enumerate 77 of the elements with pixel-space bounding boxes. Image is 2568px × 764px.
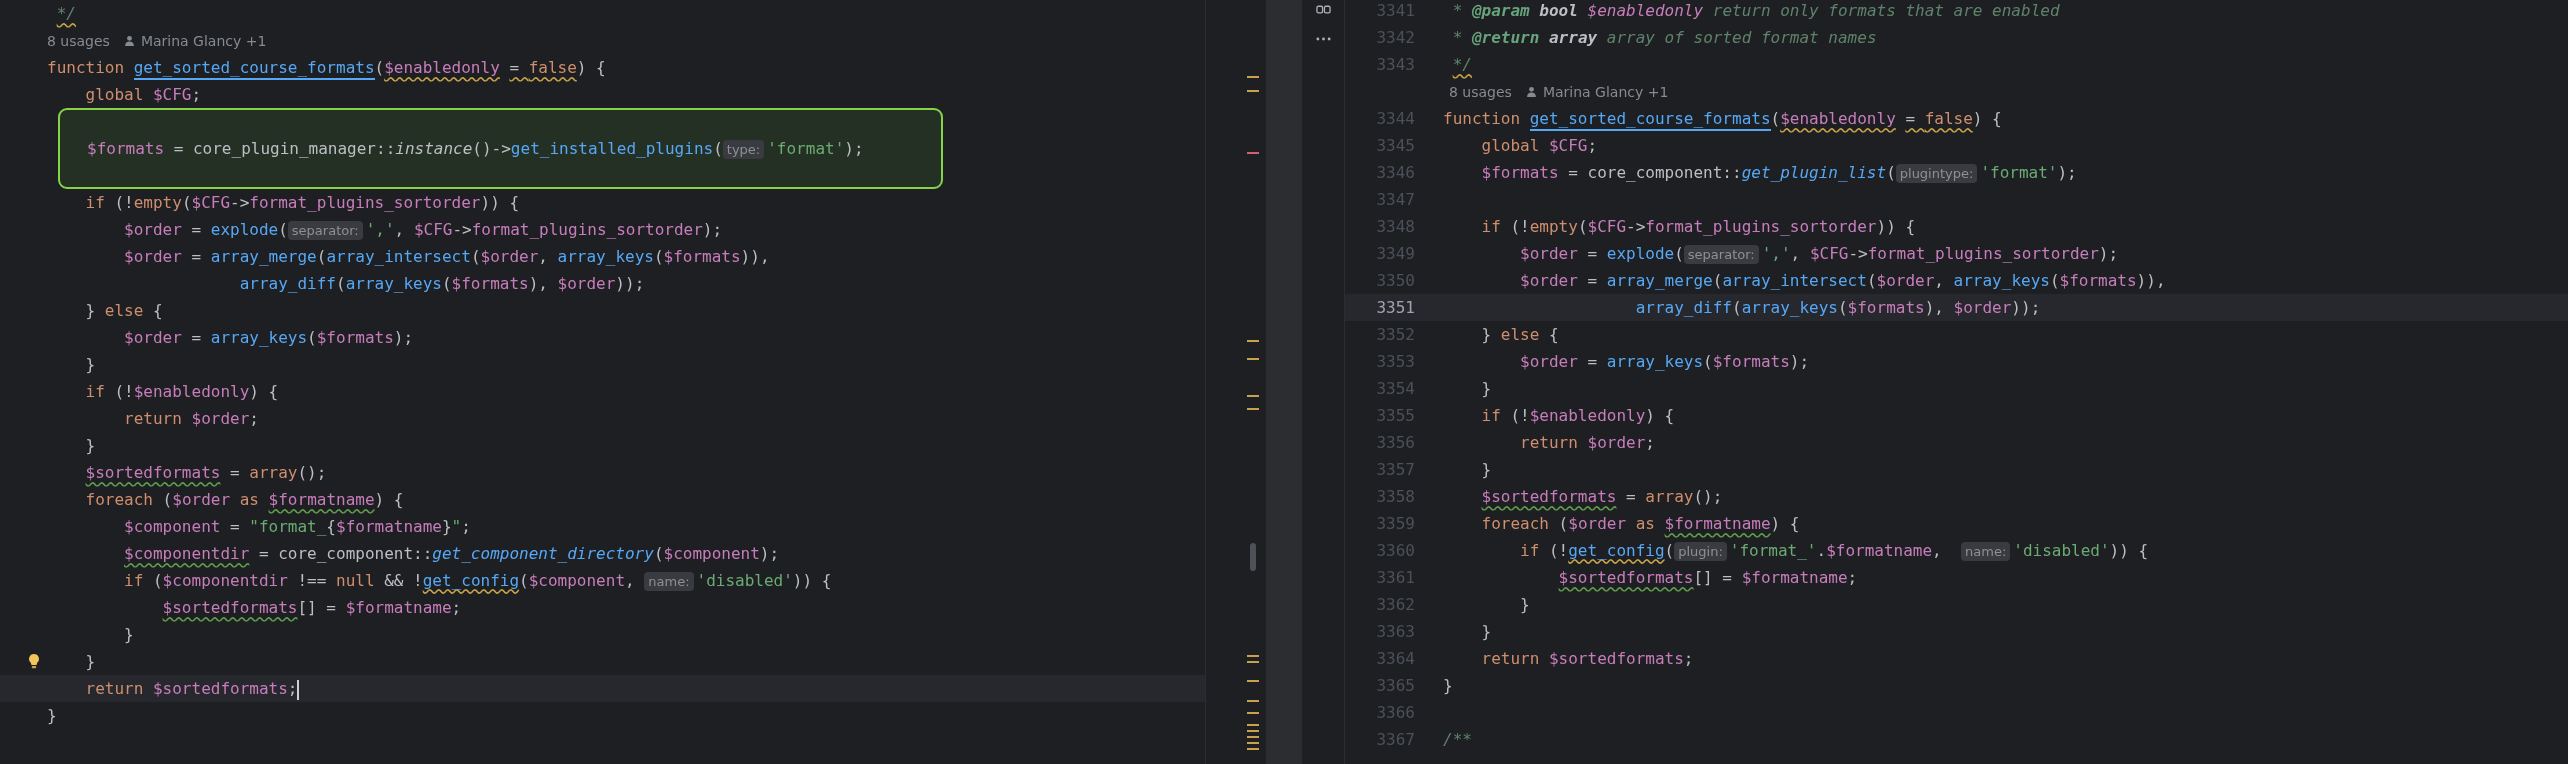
usages-count[interactable]: 8 usages: [1449, 83, 1512, 100]
person-icon: [1525, 86, 1537, 97]
error-stripe-mark[interactable]: [1247, 661, 1259, 663]
error-stripe-mark[interactable]: [1247, 340, 1259, 342]
author-label[interactable]: Marina Glancy +1: [1542, 83, 1669, 100]
code-line: $order = explode( separator: ',', $CFG->format_plugins_sortorder);: [123, 218, 723, 242]
code-line: return $order;: [123, 408, 259, 430]
code-line: foreach ($order as $formatname) {: [84, 489, 404, 511]
error-stripe-mark[interactable]: [1247, 712, 1259, 714]
code-line: return $sortedformats;: [84, 678, 300, 702]
code-line: global $CFG;: [84, 84, 202, 106]
code-line: $order = array_keys($formats);: [1519, 351, 1810, 373]
lightbulb-icon[interactable]: [28, 653, 40, 669]
error-stripe-mark[interactable]: [1247, 90, 1259, 92]
author-label[interactable]: Marina Glancy +1: [140, 32, 267, 49]
line-number: 3351: [1375, 298, 1415, 317]
code-line: $order = explode( separator: ',', $CFG->format_plugins_sortorder);: [1519, 242, 2119, 266]
code-line: if ($componentdir !== null && !get_config($component, name: 'disabled')) {: [123, 569, 832, 593]
error-stripe-mark[interactable]: [1247, 655, 1259, 657]
code-line: }: [47, 705, 57, 727]
person-icon: [123, 35, 135, 46]
code-line: /**: [1443, 729, 1472, 751]
code-line: }: [123, 624, 134, 646]
code-line: $component = "format_{$formatname}";: [123, 516, 471, 538]
code-line: }: [1480, 621, 1492, 643]
code-line: * @return array array of sorted format names: [1451, 27, 1877, 49]
code-line: function get_sorted_course_formats($enabledonly = false) {: [47, 54, 606, 81]
code-line: array_diff(array_keys($formats), $order));: [238, 273, 645, 295]
scrollbar-thumb[interactable]: [1250, 543, 1256, 571]
code-line: function get_sorted_course_formats($enabledonly = false) {: [1443, 105, 2002, 132]
error-stripe-mark[interactable]: [1247, 76, 1259, 78]
error-stripe-mark[interactable]: [1247, 724, 1259, 726]
code-line: }: [1480, 459, 1492, 481]
code-line: $order = array_merge(array_intersect($order, array_keys($formats)),: [123, 246, 770, 268]
code-line: }: [1443, 675, 1453, 697]
code-line: }: [84, 354, 96, 376]
error-stripe-mark[interactable]: [1247, 680, 1259, 682]
error-stripe-mark[interactable]: [1247, 748, 1259, 750]
usages-count[interactable]: 8 usages: [47, 32, 110, 49]
code-line: if (!get_config( plugin: 'format_'.$formatname, name: 'disabled')) {: [1519, 539, 2149, 563]
error-stripe-mark[interactable]: [1247, 742, 1259, 744]
code-line: if (!$enabledonly) {: [84, 381, 279, 403]
code-line: if (!empty($CFG->format_plugins_sortorder)) {: [84, 192, 520, 214]
code-line: $formats = core_plugin_manager::instance()->get_installed_plugins( type: 'format');: [87, 137, 864, 161]
code-line: foreach ($order as $formatname) {: [1480, 513, 1800, 535]
code-line: $sortedformats[] = $formatname;: [1557, 567, 1858, 589]
error-stripe-mark[interactable]: [1247, 408, 1259, 410]
code-line: }: [1480, 378, 1492, 400]
code-line: if (!empty($CFG->format_plugins_sortorder)) {: [1480, 216, 1916, 238]
code-line: return $order;: [1519, 432, 1655, 454]
error-stripe-mark[interactable]: [1247, 152, 1259, 154]
more-icon[interactable]: [1315, 37, 1331, 41]
code-line: $sortedformats[] = $formatname;: [161, 597, 462, 619]
code-line: }: [84, 435, 96, 457]
code-line: array_diff(array_keys($formats), $order));: [1634, 297, 2041, 319]
error-stripe-mark[interactable]: [1247, 358, 1259, 360]
code-line: $componentdir = core_component::get_component_directory($component);: [123, 543, 780, 565]
code-line: */: [1451, 54, 1472, 76]
error-stripe-mark[interactable]: [1247, 395, 1259, 397]
code-line: if (!$enabledonly) {: [1480, 405, 1675, 427]
code-line: $order = array_merge(array_intersect($order, array_keys($formats)),: [1519, 270, 2166, 292]
code-line: } else {: [84, 300, 163, 322]
error-stripe-mark[interactable]: [1247, 736, 1259, 738]
code-line: $order = array_keys($formats);: [123, 327, 414, 349]
code-line: }: [84, 651, 96, 673]
code-line: global $CFG;: [1480, 135, 1598, 157]
code-line: * @param bool $enabledonly return only formats that are enabled: [1451, 0, 2060, 22]
code-line: $sortedformats = array();: [1480, 486, 1723, 508]
code-line: } else {: [1480, 324, 1559, 346]
code-line: $sortedformats = array();: [84, 462, 327, 484]
two-squares-icon[interactable]: [1315, 5, 1331, 15]
error-stripe-mark[interactable]: [1247, 730, 1259, 732]
code-line: return $sortedformats;: [1480, 648, 1694, 670]
code-line: }: [1519, 594, 1530, 616]
error-stripe-mark[interactable]: [1247, 700, 1259, 702]
code-line: */: [55, 3, 76, 25]
code-line: $formats = core_component::get_plugin_list( plugintype: 'format');: [1480, 161, 2077, 185]
